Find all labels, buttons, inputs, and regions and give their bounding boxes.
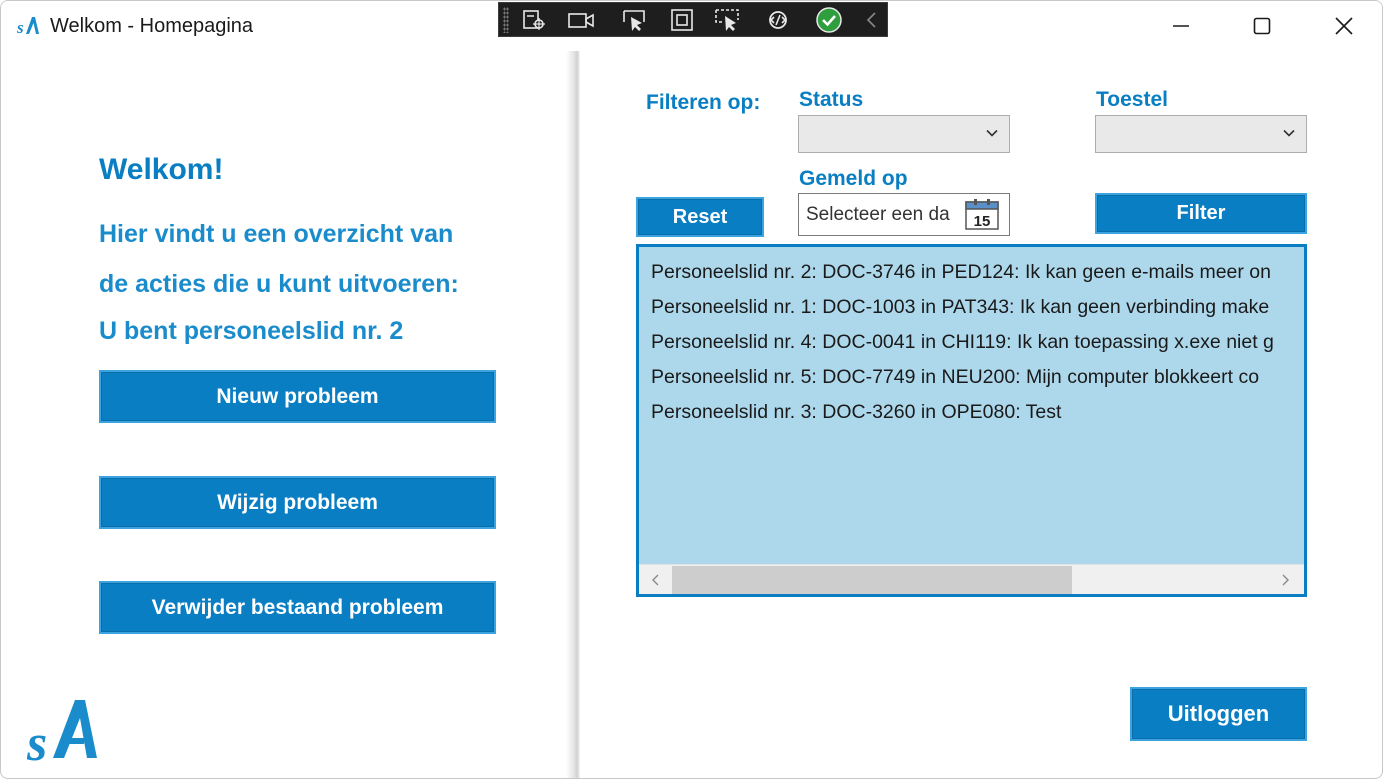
calendar-icon[interactable]: 15 bbox=[965, 198, 999, 230]
device-label: Toestel bbox=[1096, 88, 1168, 111]
intro-line-1: Hier vindt u een overzicht van bbox=[99, 220, 454, 248]
app-logo-large: s bbox=[27, 700, 97, 766]
live-visual-tree-icon[interactable] bbox=[519, 7, 549, 33]
minimize-icon bbox=[1173, 25, 1189, 27]
scrollbar-thumb[interactable] bbox=[672, 566, 1072, 594]
status-label: Status bbox=[799, 88, 864, 111]
maximize-button[interactable] bbox=[1239, 9, 1285, 43]
scroll-left-icon[interactable] bbox=[649, 572, 663, 588]
filter-button[interactable]: Filter bbox=[1095, 193, 1307, 234]
maximize-icon bbox=[1253, 17, 1271, 35]
close-icon bbox=[1335, 17, 1353, 35]
display-layout-adorners-icon[interactable] bbox=[667, 7, 697, 33]
user-info-line: U bent personeelslid nr. 2 bbox=[99, 317, 404, 345]
intro-line-2: de acties die u kunt uitvoeren: bbox=[99, 270, 459, 298]
horizontal-scrollbar[interactable] bbox=[639, 564, 1304, 594]
scroll-right-icon[interactable] bbox=[1278, 572, 1292, 588]
date-input[interactable]: Selecteer een da bbox=[806, 204, 959, 226]
checkmark-icon[interactable] bbox=[814, 7, 844, 33]
select-element-icon[interactable] bbox=[620, 7, 650, 33]
list-item[interactable]: Personeelslid nr. 3: DOC-3260 in OPE080:… bbox=[651, 401, 1061, 431]
close-button[interactable] bbox=[1321, 9, 1367, 43]
list-item[interactable]: Personeelslid nr. 1: DOC-1003 in PAT343:… bbox=[651, 296, 1269, 326]
app-window: s Welkom - Homepagina Welkom! Hier vindt… bbox=[0, 0, 1383, 779]
calendar-day: 15 bbox=[974, 213, 991, 230]
window-title: Welkom - Homepagina bbox=[50, 15, 254, 37]
minimize-button[interactable] bbox=[1158, 9, 1204, 43]
device-combobox[interactable] bbox=[1095, 115, 1307, 153]
reset-button[interactable]: Reset bbox=[636, 197, 764, 237]
list-item[interactable]: Personeelslid nr. 4: DOC-0041 in CHI119:… bbox=[651, 331, 1274, 361]
chevron-down-icon bbox=[986, 129, 998, 137]
pane-separator bbox=[566, 51, 580, 778]
reported-on-label: Gemeld op bbox=[799, 167, 908, 190]
logout-button[interactable]: Uitloggen bbox=[1130, 687, 1307, 741]
welcome-title: Welkom! bbox=[99, 153, 224, 186]
date-picker[interactable]: Selecteer een da 15 bbox=[798, 193, 1010, 236]
new-problem-button[interactable]: Nieuw probleem bbox=[99, 370, 496, 423]
edit-problem-button[interactable]: Wijzig probleem bbox=[99, 476, 496, 529]
filter-on-label: Filteren op: bbox=[646, 91, 761, 114]
collapse-chevron-icon[interactable] bbox=[857, 7, 887, 33]
app-logo-icon: s bbox=[17, 17, 39, 36]
svg-text:s: s bbox=[17, 18, 24, 36]
status-combobox[interactable] bbox=[798, 115, 1010, 153]
problem-list[interactable]: Personeelslid nr. 2: DOC-3746 in PED124:… bbox=[636, 244, 1307, 597]
list-item[interactable]: Personeelslid nr. 2: DOC-3746 in PED124:… bbox=[651, 261, 1271, 291]
hot-reload-icon[interactable] bbox=[763, 7, 793, 33]
xaml-debug-toolbar bbox=[498, 2, 888, 37]
track-focus-icon[interactable] bbox=[713, 7, 743, 33]
delete-problem-button[interactable]: Verwijder bestaand probleem bbox=[99, 581, 496, 634]
toolbar-grip[interactable] bbox=[503, 7, 509, 33]
svg-text:s: s bbox=[27, 715, 47, 766]
video-camera-icon[interactable] bbox=[566, 7, 596, 33]
chevron-down-icon bbox=[1283, 129, 1295, 137]
list-item[interactable]: Personeelslid nr. 5: DOC-7749 in NEU200:… bbox=[651, 366, 1259, 396]
